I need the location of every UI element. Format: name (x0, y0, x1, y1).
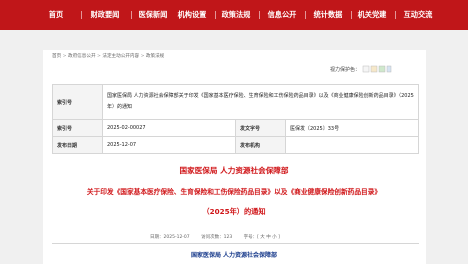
breadcrumb-disclosure[interactable]: 法定主动公开内容 (102, 54, 139, 59)
article-date: 日期：2025-12-07 (150, 235, 190, 240)
nav-divider (131, 11, 132, 19)
breadcrumb-gov-info[interactable]: 政府信息公开 (68, 54, 96, 59)
article-info-bar: 日期：2025-12-07 访问次数：123 字号：[ 大 中 小 ] (150, 234, 290, 240)
breadcrumb: 首页 > 政府信息公开 > 法定主动公开内容 > 政策法规 (52, 53, 164, 59)
nav-item-interaction[interactable]: 互动交流 (398, 0, 438, 30)
font-size-switcher[interactable]: 字号：[ 大 中 小 ] (244, 235, 280, 240)
nav-item-info-disclosure[interactable]: 信息公开 (262, 0, 302, 30)
meta-index-no: 2025-02-00027 (102, 119, 236, 137)
eye-protection-color-swatches[interactable] (362, 64, 392, 74)
meta-label-doc-no: 发文字号 (235, 119, 286, 137)
doc-title-line2: 关于印发《国家基本医疗保险、生育保险和工伤保险药品目录》以及《商业健康保险创新药… (86, 188, 382, 196)
body-issuer-line: 国家医保局 人力资源社会保障部 (190, 252, 278, 259)
top-nav: 首页 财政要闻 医保新闻 机构设置 政策法规 信息公开 统计数据 机关党建 互动… (0, 0, 468, 30)
divider (52, 243, 419, 244)
meta-label-index: 索引号 (52, 84, 103, 120)
meta-date: 2025-12-07 (102, 136, 236, 154)
meta-label-org: 发布机构 (235, 136, 286, 154)
nav-item-medical-news[interactable]: 医保新闻 (133, 0, 173, 30)
document-meta-table: 索引号 国家医保局 人力资源社会保障部关于印发《国家基本医疗保险、生育保险和工伤… (52, 84, 419, 154)
nav-item-statistics[interactable]: 统计数据 (308, 0, 348, 30)
eye-protection-label: 视力保护色： (330, 67, 361, 73)
nav-divider (305, 11, 306, 19)
breadcrumb-home[interactable]: 首页 (52, 54, 61, 59)
doc-title-line1: 国家医保局 人力资源社会保障部 (179, 166, 289, 175)
meta-label-index-no: 索引号 (52, 119, 103, 137)
meta-org (285, 136, 419, 154)
nav-divider (259, 11, 260, 19)
meta-title-text: 国家医保局 人力资源社会保障部关于印发《国家基本医疗保险、生育保险和工伤保险药品… (102, 84, 419, 120)
nav-divider (81, 11, 82, 19)
article-views: 访问次数：123 (201, 235, 233, 240)
meta-label-date: 发布日期 (52, 136, 103, 154)
nav-item-policy[interactable]: 政策法规 (216, 0, 256, 30)
nav-item-organization[interactable]: 机构设置 (172, 0, 212, 30)
content-panel (43, 50, 426, 264)
breadcrumb-policy[interactable]: 政策法规 (146, 54, 164, 59)
swatch-beige[interactable] (370, 65, 378, 73)
nav-item-finance-news[interactable]: 财政要闻 (85, 0, 125, 30)
doc-title-line3: （2025年）的通知 (202, 207, 266, 216)
swatch-blue[interactable] (386, 65, 392, 73)
swatch-green[interactable] (378, 65, 386, 73)
nav-item-home[interactable]: 首页 (40, 0, 72, 30)
meta-doc-no: 医保发〔2025〕33号 (285, 119, 419, 137)
nav-item-party-building[interactable]: 机关党建 (352, 0, 392, 30)
nav-divider (395, 11, 396, 19)
swatch-white[interactable] (362, 65, 370, 73)
